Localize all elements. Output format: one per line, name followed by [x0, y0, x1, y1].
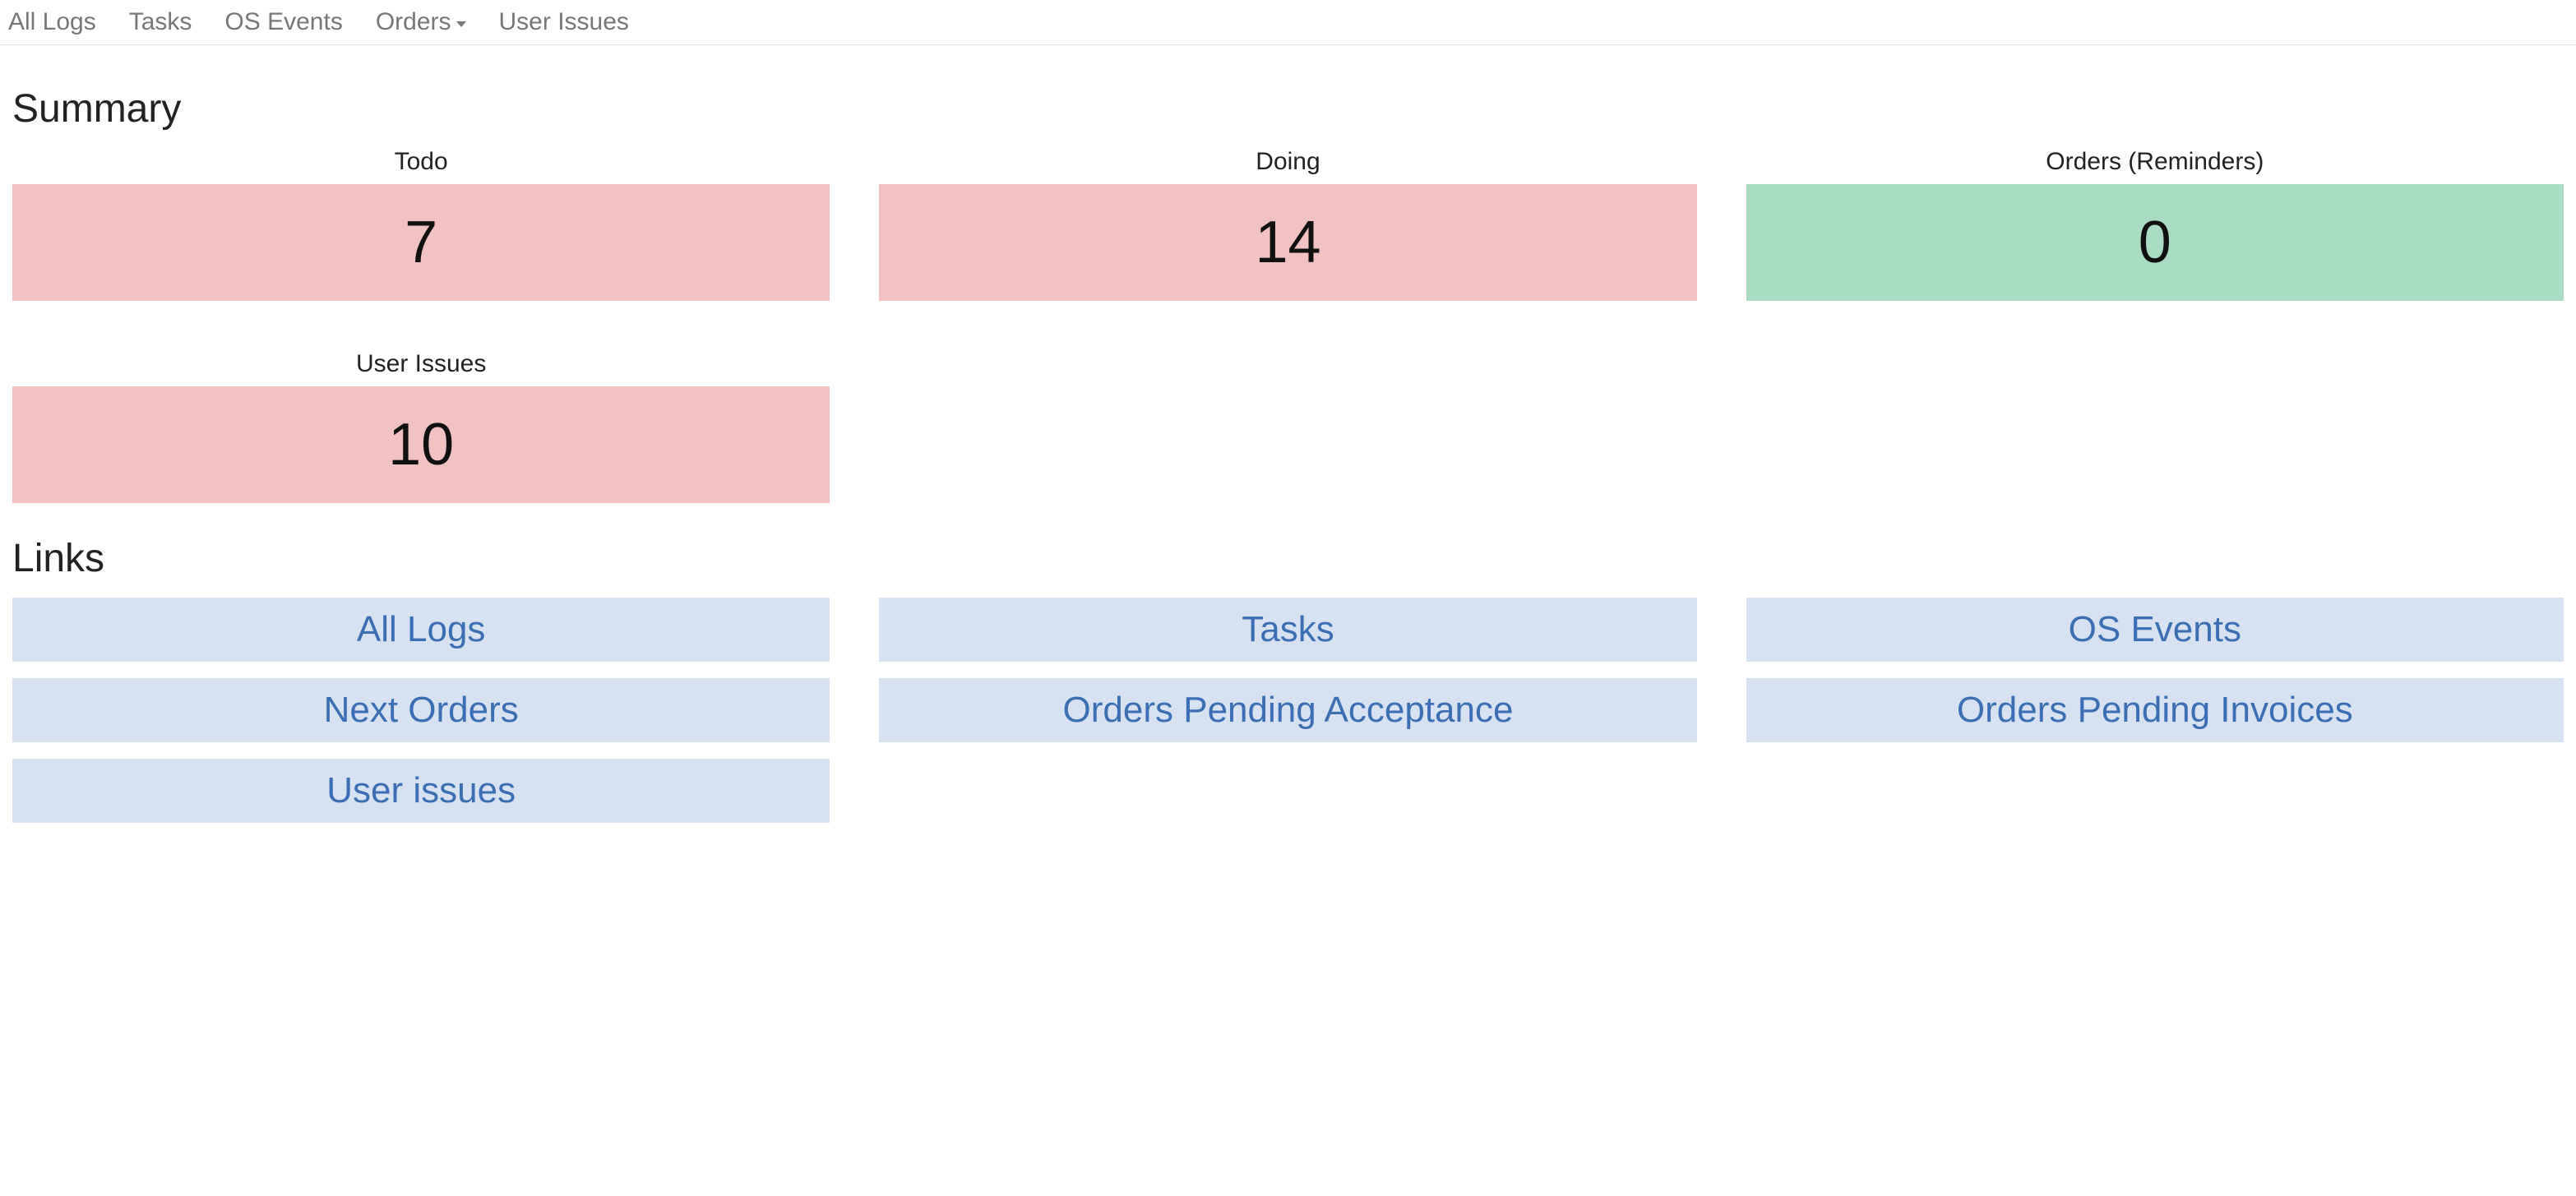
- summary-label: User Issues: [356, 350, 486, 378]
- link-user-issues[interactable]: User issues: [12, 759, 830, 823]
- link-all-logs[interactable]: All Logs: [12, 598, 830, 662]
- nav-orders-label: Orders: [376, 8, 451, 36]
- summary-value-todo[interactable]: 7: [12, 184, 830, 301]
- summary-label: Todo: [395, 148, 448, 176]
- summary-card-orders-reminders: Orders (Reminders) 0: [1746, 148, 2564, 301]
- summary-label: Doing: [1256, 148, 1320, 176]
- link-orders-pending-acceptance[interactable]: Orders Pending Acceptance: [879, 678, 1696, 742]
- summary-value-doing[interactable]: 14: [879, 184, 1696, 301]
- summary-value-orders-reminders[interactable]: 0: [1746, 184, 2564, 301]
- link-orders-pending-invoices[interactable]: Orders Pending Invoices: [1746, 678, 2564, 742]
- link-next-orders[interactable]: Next Orders: [12, 678, 830, 742]
- links-grid: All Logs Tasks OS Events Next Orders Ord…: [12, 598, 2564, 823]
- summary-card-todo: Todo 7: [12, 148, 830, 301]
- summary-grid: Todo 7 Doing 14 Orders (Reminders) 0 Use…: [12, 148, 2564, 503]
- nav-orders-dropdown[interactable]: Orders: [376, 8, 466, 36]
- navbar: All Logs Tasks OS Events Orders User Iss…: [0, 0, 2576, 45]
- summary-card-doing: Doing 14: [879, 148, 1696, 301]
- nav-os-events[interactable]: OS Events: [224, 8, 342, 36]
- summary-value-user-issues[interactable]: 10: [12, 386, 830, 503]
- summary-card-user-issues: User Issues 10: [12, 350, 830, 503]
- chevron-down-icon: [456, 21, 466, 27]
- link-os-events[interactable]: OS Events: [1746, 598, 2564, 662]
- main-container: Summary Todo 7 Doing 14 Orders (Reminder…: [0, 45, 2576, 839]
- nav-all-logs[interactable]: All Logs: [8, 8, 96, 36]
- links-title: Links: [12, 536, 2564, 581]
- summary-title: Summary: [12, 86, 2564, 132]
- nav-user-issues[interactable]: User Issues: [499, 8, 629, 36]
- nav-tasks[interactable]: Tasks: [129, 8, 192, 36]
- summary-label: Orders (Reminders): [2046, 148, 2264, 176]
- link-tasks[interactable]: Tasks: [879, 598, 1696, 662]
